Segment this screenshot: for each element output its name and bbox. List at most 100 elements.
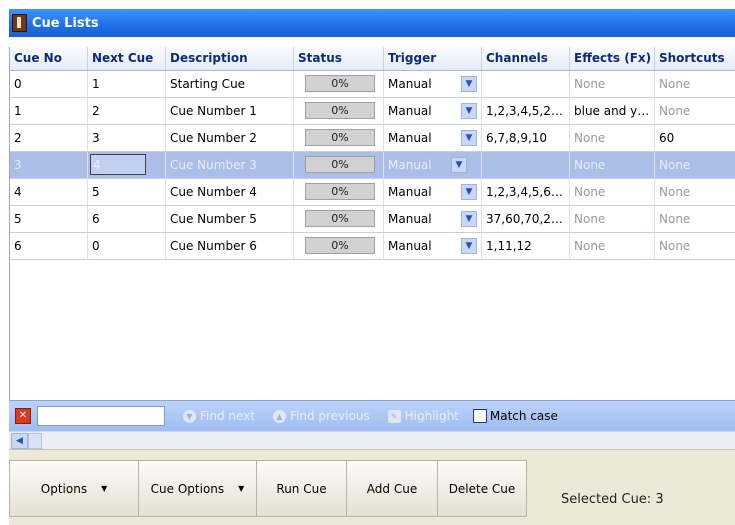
next-cue-cell[interactable]: 5	[88, 179, 166, 205]
chevron-down-icon[interactable]: ▼	[461, 238, 477, 254]
description-cell[interactable]: Starting Cue	[166, 71, 294, 97]
next-cue-editor[interactable]: 4	[90, 154, 146, 175]
cue-no-cell: 2	[10, 125, 88, 151]
close-icon[interactable]: ✕	[15, 408, 31, 424]
effects-cell: blue and y…	[570, 98, 655, 124]
cue-table: Cue No Next Cue Description Status Trigg…	[9, 47, 735, 413]
options-button[interactable]: Options ▼	[9, 460, 139, 517]
description-cell[interactable]: Cue Number 4	[166, 179, 294, 205]
selected-cue-status: Selected Cue: 3	[561, 492, 664, 507]
options-label: Options	[40, 481, 88, 496]
scrollbar-thumb[interactable]	[28, 433, 42, 449]
trigger-select[interactable]: Manual ▼	[384, 179, 482, 205]
find-bar: ✕ ▼ Find next ▲ Find previous ✎ Highligh…	[9, 400, 735, 431]
status-cell: 0%	[294, 125, 384, 151]
chevron-down-icon[interactable]: ▼	[461, 76, 477, 92]
chevron-down-icon[interactable]: ▼	[461, 184, 477, 200]
column-header-shortcuts[interactable]: Shortcuts	[655, 47, 735, 70]
column-header-description[interactable]: Description	[166, 47, 294, 70]
status-cell: 0%	[294, 98, 384, 124]
next-cue-cell[interactable]: 4	[88, 152, 166, 178]
next-cue-cell[interactable]: 2	[88, 98, 166, 124]
chevron-down-icon[interactable]: ▼	[461, 130, 477, 146]
find-previous-button[interactable]: ▲ Find previous	[272, 409, 370, 423]
status-progress: 0%	[305, 183, 375, 200]
trigger-select[interactable]: Manual ▼	[384, 98, 482, 124]
bottom-toolbar: Options ▼ Cue Options ▼ Run Cue Add Cue …	[9, 449, 735, 525]
table-row[interactable]: 2 3 Cue Number 2 0% Manual ▼ 6,7,8,9,10 N…	[10, 125, 735, 152]
cue-no-cell: 5	[10, 206, 88, 232]
window-titlebar: Cue Lists	[9, 9, 735, 37]
shortcuts-cell: 60	[655, 125, 735, 151]
next-cue-cell[interactable]: 3	[88, 125, 166, 151]
checkbox-box[interactable]	[472, 409, 487, 423]
next-cue-cell[interactable]: 6	[88, 206, 166, 232]
column-header-next-cue[interactable]: Next Cue	[88, 47, 166, 70]
description-cell[interactable]: Cue Number 5	[166, 206, 294, 232]
find-next-button[interactable]: ▼ Find next	[183, 409, 255, 423]
effects-cell: None	[570, 125, 655, 151]
highlight-button[interactable]: ✎ Highlight	[387, 409, 459, 423]
trigger-select[interactable]: Manual ▼	[384, 71, 482, 97]
column-header-trigger[interactable]: Trigger	[384, 47, 482, 70]
cue-no-cell: 6	[10, 233, 88, 259]
status-cell: 0%	[294, 233, 384, 259]
delete-cue-button[interactable]: Delete Cue	[437, 460, 527, 517]
status-cell: 0%	[294, 206, 384, 232]
match-case-label: Match case	[489, 409, 558, 423]
trigger-value: Manual	[388, 131, 432, 145]
add-cue-button[interactable]: Add Cue	[346, 460, 438, 517]
column-header-effects[interactable]: Effects (Fx)	[570, 47, 655, 70]
arrow-down-circle-icon: ▼	[183, 409, 196, 423]
channels-cell: 1,2,3,4,5,2…	[482, 98, 570, 124]
run-cue-button[interactable]: Run Cue	[256, 460, 347, 517]
status-cell: 0%	[294, 152, 384, 178]
horizontal-scrollbar[interactable]: ◀	[9, 431, 735, 449]
column-header-status[interactable]: Status	[294, 47, 384, 70]
trigger-select[interactable]: Manual ▼	[384, 206, 482, 232]
cue-no-cell: 4	[10, 179, 88, 205]
shortcuts-cell: None	[655, 98, 735, 124]
chevron-down-icon[interactable]: ▼	[461, 211, 477, 227]
trigger-select[interactable]: Manual ▼	[384, 233, 482, 259]
column-header-cue-no[interactable]: Cue No	[10, 47, 88, 70]
chevron-left-icon[interactable]: ◀	[11, 433, 28, 449]
chevron-down-icon: ▼	[101, 484, 108, 493]
table-row[interactable]: 4 5 Cue Number 4 0% Manual ▼ 1,2,3,4,5,6……	[10, 179, 735, 206]
chevron-down-icon[interactable]: ▼	[451, 157, 467, 173]
column-header-channels[interactable]: Channels	[482, 47, 570, 70]
description-cell[interactable]: Cue Number 1	[166, 98, 294, 124]
trigger-select[interactable]: Manual ▼	[384, 152, 482, 178]
channels-cell	[482, 152, 570, 178]
trigger-value: Manual	[388, 104, 432, 118]
table-row-selected[interactable]: 3 4 Cue Number 3 0% Manual ▼ None None	[10, 152, 735, 179]
shortcuts-cell: None	[655, 71, 735, 97]
window-title: Cue Lists	[32, 15, 99, 31]
table-row[interactable]: 1 2 Cue Number 1 0% Manual ▼ 1,2,3,4,5,2……	[10, 98, 735, 125]
table-row[interactable]: 6 0 Cue Number 6 0% Manual ▼ 1,11,12 None…	[10, 233, 735, 260]
channels-cell: 37,60,70,2…	[482, 206, 570, 232]
status-progress: 0%	[305, 156, 375, 173]
description-cell[interactable]: Cue Number 3	[166, 152, 294, 178]
status-progress: 0%	[305, 75, 375, 92]
cue-no-cell: 0	[10, 71, 88, 97]
chevron-down-icon[interactable]: ▼	[461, 103, 477, 119]
shortcuts-cell: None	[655, 233, 735, 259]
table-row[interactable]: 5 6 Cue Number 5 0% Manual ▼ 37,60,70,2… …	[10, 206, 735, 233]
table-row[interactable]: 0 1 Starting Cue 0% Manual ▼ None None	[10, 71, 735, 98]
find-input[interactable]	[37, 406, 165, 426]
cue-options-button[interactable]: Cue Options ▼	[138, 460, 257, 517]
description-cell[interactable]: Cue Number 2	[166, 125, 294, 151]
match-case-checkbox[interactable]: Match case	[472, 409, 558, 423]
description-cell[interactable]: Cue Number 6	[166, 233, 294, 259]
highlight-label: Highlight	[404, 409, 459, 423]
table-header: Cue No Next Cue Description Status Trigg…	[10, 47, 735, 71]
cue-no-cell: 1	[10, 98, 88, 124]
trigger-value: Manual	[388, 77, 432, 91]
next-cue-cell[interactable]: 1	[88, 71, 166, 97]
next-cue-cell[interactable]: 0	[88, 233, 166, 259]
trigger-select[interactable]: Manual ▼	[384, 125, 482, 151]
channels-cell: 1,11,12	[482, 233, 570, 259]
shortcuts-cell: None	[655, 206, 735, 232]
delete-cue-label: Delete Cue	[448, 481, 516, 496]
